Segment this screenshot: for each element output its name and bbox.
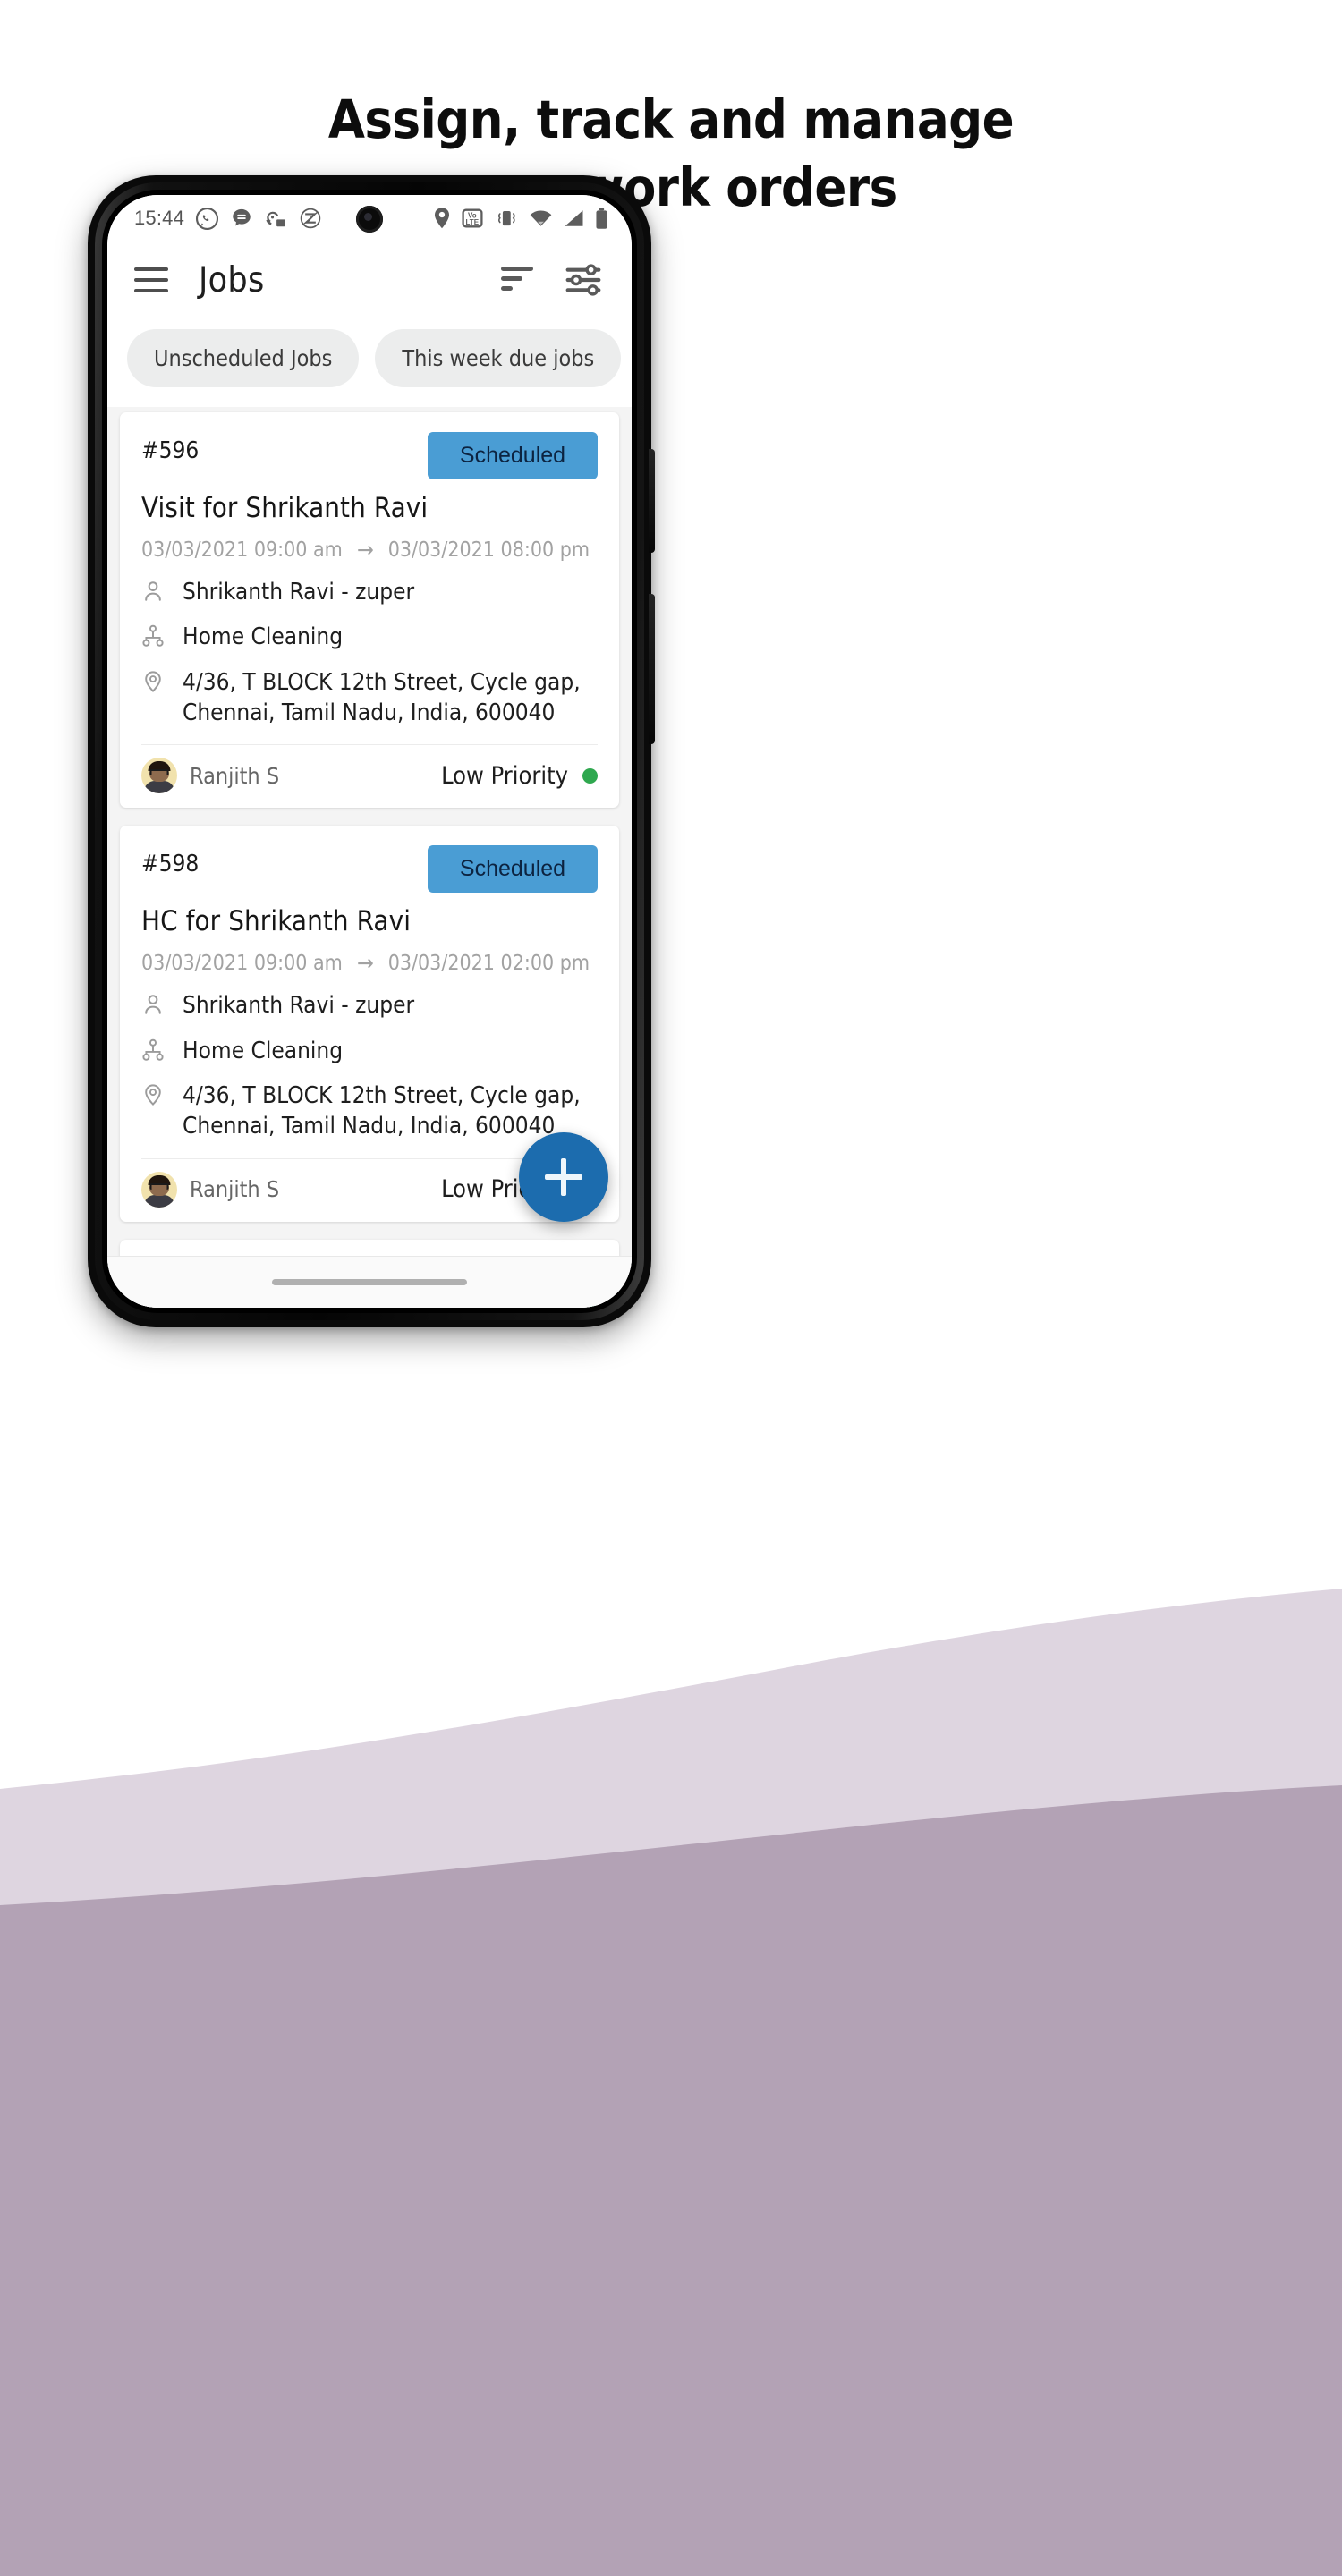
avatar (141, 758, 177, 794)
job-assignee: Ranjith S (190, 762, 280, 789)
job-customer-row: Shrikanth Ravi - zuper (141, 577, 598, 607)
signal-icon (565, 210, 583, 226)
status-bar: 15:44 Vo LTE (107, 195, 632, 242)
hierarchy-icon (141, 1036, 166, 1066)
job-end-time: 03/03/2021 08:00 pm (387, 538, 590, 562)
job-customer: Shrikanth Ravi - zuper (183, 992, 415, 1020)
location-pin-icon (141, 1080, 166, 1111)
wifi-icon (530, 210, 552, 226)
status-badge[interactable]: Scheduled (428, 845, 598, 894)
job-address: 4/36, T BLOCK 12th Street, Cycle gap, Ch… (183, 1081, 581, 1140)
plus-icon (545, 1158, 582, 1196)
job-schedule: 03/03/2021 09:00 am → 03/03/2021 02:00 p… (141, 950, 598, 976)
app-bar-actions (501, 264, 601, 296)
messages-icon (233, 208, 251, 226)
battery-icon (596, 208, 607, 229)
sort-descending-icon[interactable] (501, 267, 533, 293)
job-card-footer: Ranjith S Low Priority (141, 744, 598, 808)
status-badge[interactable]: Scheduled (428, 432, 598, 479)
job-card-header: #598 Scheduled (141, 845, 598, 894)
background-wave-dark (0, 1785, 1342, 2576)
location-pin-icon (141, 667, 166, 698)
job-card-header: #596 Scheduled (141, 432, 598, 479)
filter-chips-bar: Unscheduled Jobs This week due jobs This… (107, 318, 632, 407)
job-category-row: Home Cleaning (141, 1036, 598, 1066)
job-category: Home Cleaning (183, 623, 344, 651)
job-customer-row: Shrikanth Ravi - zuper (141, 990, 598, 1021)
job-category: Home Cleaning (183, 1037, 344, 1064)
vibrate-icon (498, 211, 515, 226)
whatsapp-icon (196, 207, 219, 230)
hamburger-menu-icon[interactable] (134, 267, 168, 292)
job-address-row: 4/36, T BLOCK 12th Street, Cycle gap, Ch… (141, 667, 598, 729)
filter-chips-scroller[interactable]: Unscheduled Jobs This week due jobs This… (107, 329, 632, 387)
job-id: #598 (141, 851, 200, 878)
job-title: Visit for Shrikanth Ravi (141, 492, 429, 524)
hierarchy-icon (141, 622, 166, 652)
power-button[interactable] (649, 594, 655, 744)
avatar (141, 1171, 177, 1208)
priority-dot (582, 767, 598, 784)
arrow-right-icon: → (356, 950, 374, 977)
job-start-time: 03/03/2021 09:00 am (141, 538, 343, 562)
app-bar: Jobs (107, 242, 632, 318)
volume-button[interactable] (649, 449, 655, 553)
phone-mockup: 15:44 Vo LTE Jobs Unscheduled Jobs This … (88, 175, 655, 1327)
phone-screen: 15:44 Vo LTE Jobs Unscheduled Jobs This … (107, 195, 632, 1308)
system-navigation-bar (107, 1256, 632, 1308)
person-icon (141, 990, 166, 1021)
filter-chip-unscheduled[interactable]: Unscheduled Jobs (127, 329, 360, 387)
job-end-time: 03/03/2021 02:00 pm (387, 951, 590, 975)
zoho-icon (300, 208, 321, 229)
job-start-time: 03/03/2021 09:00 am (141, 951, 343, 975)
job-category-row: Home Cleaning (141, 622, 598, 652)
front-camera (356, 206, 383, 233)
job-schedule: 03/03/2021 09:00 am → 03/03/2021 08:00 p… (141, 537, 598, 563)
volte-icon: Vo LTE (462, 208, 483, 228)
status-time: 15:44 (134, 207, 185, 229)
arrow-right-icon: → (356, 537, 374, 563)
svg-text:LTE: LTE (466, 218, 480, 226)
job-customer: Shrikanth Ravi - zuper (183, 579, 415, 606)
filter-sliders-icon[interactable] (565, 264, 601, 296)
page-title: Jobs (199, 259, 265, 301)
filter-chip-this-week-due[interactable]: This week due jobs (375, 329, 622, 387)
job-assignee: Ranjith S (190, 1176, 280, 1202)
location-icon (434, 208, 450, 229)
job-address-row: 4/36, T BLOCK 12th Street, Cycle gap, Ch… (141, 1080, 598, 1142)
priority-label: Low Priority (441, 761, 568, 790)
job-card[interactable]: #596 Scheduled Visit for Shrikanth Ravi … (120, 412, 619, 809)
job-address: 4/36, T BLOCK 12th Street, Cycle gap, Ch… (183, 668, 581, 726)
job-title: HC for Shrikanth Ravi (141, 905, 412, 938)
background-wave-light (0, 1589, 1342, 2576)
app-notification-icon (266, 211, 285, 226)
add-job-fab[interactable] (519, 1132, 608, 1222)
home-indicator[interactable] (272, 1279, 467, 1285)
person-icon (141, 577, 166, 607)
status-left-icons (195, 207, 322, 231)
status-right-icons: Vo LTE (433, 207, 608, 230)
job-priority: Low Priority (441, 762, 598, 790)
promo-screenshot: Assign, track and manage your work order… (0, 0, 1342, 2576)
job-id: #596 (141, 437, 200, 464)
